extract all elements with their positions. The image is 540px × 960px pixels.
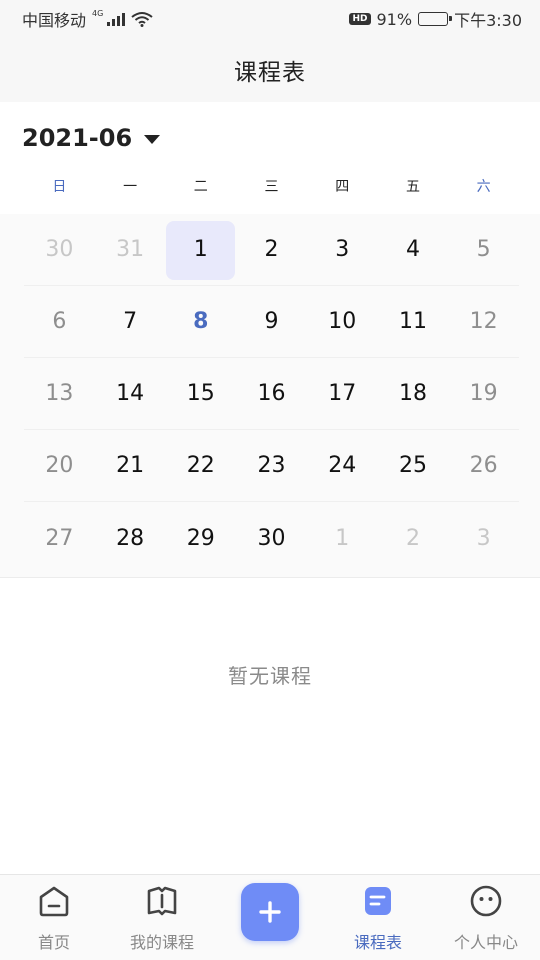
calendar-day[interactable]: 22 [165,430,236,501]
battery-icon [418,12,453,26]
signal-icon [107,12,126,26]
calendar-week: 30 31 1 2 3 4 5 [24,214,519,286]
weekday-mon: 一 [123,179,138,195]
calendar-day[interactable]: 26 [448,430,519,501]
calendar-day[interactable]: 13 [24,358,95,429]
empty-state-text: 暂无课程 [228,664,312,688]
month-label: 2021-06 [22,124,133,152]
tab-my-courses[interactable]: 我的课程 [108,875,216,960]
calendar-day[interactable]: 11 [378,286,449,357]
calendar-day[interactable]: 3 [448,502,519,574]
clock: 下午3:30 [454,11,522,30]
weekday-tue: 二 [193,179,208,195]
tab-schedule-label: 课程表 [353,933,402,952]
tab-home[interactable]: 首页 [0,875,108,960]
calendar-day[interactable]: 24 [307,430,378,501]
hd-badge: HD [349,13,371,25]
battery-percent: 91% [376,9,413,29]
wifi-icon [131,12,153,27]
tab-home-label: 首页 [37,933,70,952]
tab-schedule[interactable]: 课程表 [324,875,432,960]
calendar-week: 20 21 22 23 24 25 26 [24,430,519,502]
calendar-day-selected[interactable]: 1 [165,214,236,285]
calendar-day[interactable]: 30 [24,214,95,285]
calendar-day[interactable]: 2 [236,214,307,285]
weekday-thu: 四 [335,179,350,195]
calendar-week: 6 7 8 9 10 11 12 [24,286,519,358]
calendar-day[interactable]: 7 [95,286,166,357]
calendar-day[interactable]: 1 [307,502,378,574]
tab-bar: 首页 我的课程 课程表 个人中心 [0,874,540,960]
calendar-day[interactable]: 30 [236,502,307,574]
face-icon [470,885,502,917]
calendar-day[interactable]: 10 [307,286,378,357]
calendar-day[interactable]: 20 [24,430,95,501]
home-icon [39,886,69,917]
month-selector[interactable]: 2021-06 [22,118,161,158]
calendar-day[interactable]: 14 [95,358,166,429]
calendar-day[interactable]: 5 [448,214,519,285]
calendar-day[interactable]: 18 [378,358,449,429]
calendar-day[interactable]: 15 [165,358,236,429]
weekday-header: 日 一 二 三 四 五 六 [24,172,519,202]
calendar-week: 13 14 15 16 17 18 19 [24,358,519,430]
calendar-day-today[interactable]: 8 [165,286,236,357]
calendar-day[interactable]: 9 [236,286,307,357]
calendar-day[interactable]: 27 [24,502,95,574]
calendar-day[interactable]: 17 [307,358,378,429]
add-button[interactable] [241,883,299,941]
calendar-day[interactable]: 16 [236,358,307,429]
weekday-fri: 五 [405,179,420,195]
plus-icon [259,901,281,923]
status-left: 中国移动 4G [22,7,153,31]
carrier-name: 中国移动 [22,11,87,30]
calendar-day[interactable]: 6 [24,286,95,357]
page-title: 课程表 [234,60,306,86]
calendar-day[interactable]: 29 [165,502,236,574]
tab-add[interactable] [216,875,324,960]
book-icon [147,886,177,916]
tab-profile[interactable]: 个人中心 [432,875,540,960]
calendar: 30 31 1 2 3 4 5 6 7 8 9 10 11 12 13 14 1… [0,214,540,578]
caret-down-icon[interactable] [144,134,161,144]
schedule-icon [365,887,391,915]
calendar-day[interactable]: 31 [95,214,166,285]
weekday-wed: 三 [264,179,279,195]
calendar-day[interactable]: 3 [307,214,378,285]
weekday-sat: 六 [476,179,491,195]
status-right: HD 91% 下午3:30 [349,7,522,31]
calendar-day[interactable]: 28 [95,502,166,574]
calendar-day[interactable]: 23 [236,430,307,501]
weekday-sun: 日 [52,179,67,195]
calendar-day[interactable]: 2 [378,502,449,574]
calendar-day[interactable]: 25 [378,430,449,501]
calendar-day[interactable]: 21 [95,430,166,501]
calendar-day[interactable]: 4 [378,214,449,285]
status-bar: 中国移动 4G HD 91% 下午3:30 [0,0,540,38]
network-type: 4G [92,8,104,18]
nav-bar: 课程表 [0,38,540,102]
calendar-day[interactable]: 12 [448,286,519,357]
calendar-week: 27 28 29 30 1 2 3 [24,502,519,574]
tab-my-courses-label: 我的课程 [129,933,194,952]
calendar-day[interactable]: 19 [448,358,519,429]
tab-profile-label: 个人中心 [453,933,518,952]
calendar-grid: 30 31 1 2 3 4 5 6 7 8 9 10 11 12 13 14 1… [24,214,519,574]
